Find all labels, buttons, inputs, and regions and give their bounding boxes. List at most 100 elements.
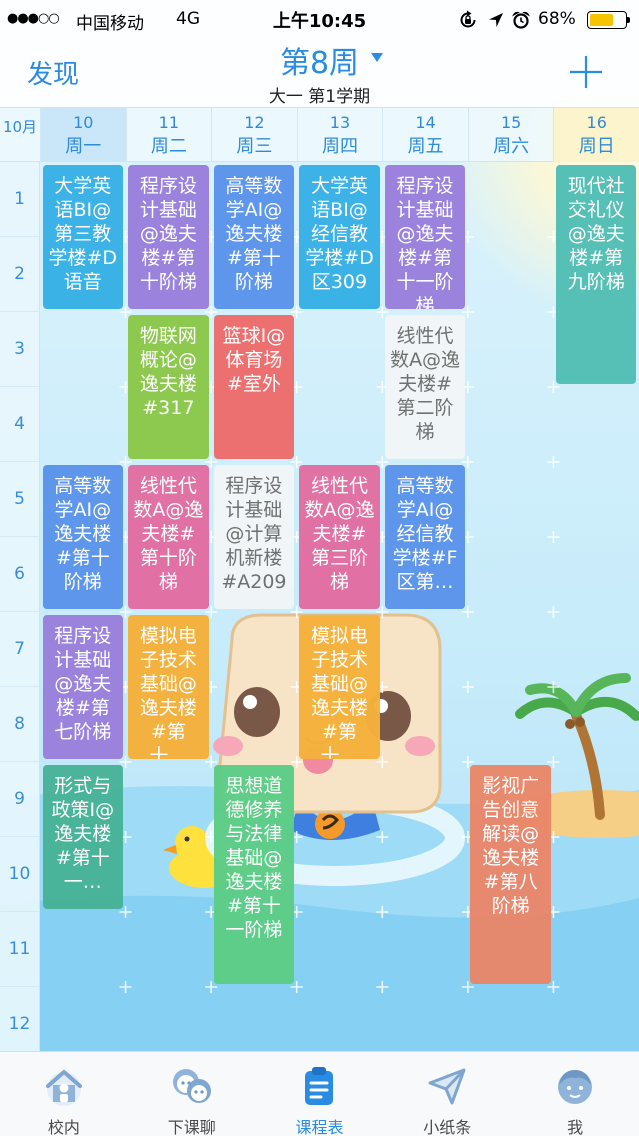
course-text: 模拟电子技术基础@逸夫楼#第十… xyxy=(310,625,368,759)
course-block[interactable]: 大学英语BI@第三教学楼#D语音 xyxy=(42,165,124,309)
day-header-cell: 15 周六 xyxy=(467,108,554,162)
period-label: 5 xyxy=(0,462,39,537)
course-block[interactable]: 篮球Ⅰ@体育场#室外 xyxy=(213,315,295,459)
tab-label: 下课聊 xyxy=(167,1118,216,1136)
course-block[interactable]: 形式与政策Ⅰ@逸夫楼#第十一… xyxy=(42,765,124,909)
day-name: 周四 xyxy=(321,136,358,157)
profile-icon xyxy=(558,1070,593,1104)
tab-label: 我 xyxy=(567,1118,584,1136)
day-header-cell: 10 周一 xyxy=(40,108,126,162)
course-text: 程序设计基础@逸夫楼#第七阶梯 xyxy=(54,625,112,743)
course-block[interactable]: 物联网概论@逸夫楼#317 xyxy=(128,315,209,459)
period-label: 1 xyxy=(0,162,39,237)
tab-campus[interactable]: 校内 xyxy=(0,1052,128,1136)
course-text: 高等数学AI@逸夫楼#第十阶梯 xyxy=(225,175,283,293)
alarm-icon xyxy=(512,11,530,29)
day-name: 周五 xyxy=(407,136,444,157)
course-text: 程序设计基础@逸夫楼#第十阶梯 xyxy=(139,175,197,293)
day-date: 11 xyxy=(158,113,180,132)
period-label: 8 xyxy=(0,687,39,762)
tab-timetable[interactable]: 课程表 xyxy=(256,1052,384,1136)
location-icon xyxy=(489,13,503,27)
timetable-icon xyxy=(305,1067,334,1105)
course-block[interactable]: 高等数学AI@经信教学楼#F区第… xyxy=(384,465,466,609)
course-block[interactable]: 高等数学AI@逸夫楼#第十阶梯 xyxy=(42,465,124,609)
day-date: 16 xyxy=(586,113,607,132)
course-block[interactable]: 大学英语BI@经信教学楼#D区309 xyxy=(299,165,380,309)
tab-bar: 校内 下课聊 课程表 小纸条 我 xyxy=(0,1051,639,1136)
course-block[interactable]: 程序设计基础@逸夫楼#第十一阶梯 xyxy=(384,165,466,309)
paper-plane-icon xyxy=(428,1068,466,1105)
term-label: 大一 第1学期 xyxy=(268,87,371,107)
period-label: 9 xyxy=(0,762,39,837)
course-block[interactable]: 程序设计基础@计算机新楼#A209 xyxy=(213,465,295,609)
period-label: 2 xyxy=(0,237,39,312)
day-date: 14 xyxy=(415,113,436,132)
battery-level xyxy=(590,14,614,26)
timetable-screen: ●●●○○ 中国移动 4G 上午10:45 68% 发现 第8周 大一 第1学期 xyxy=(0,0,639,1136)
course-text: 形式与政策Ⅰ@逸夫楼#第十一… xyxy=(51,775,115,893)
day-date: 15 xyxy=(500,113,522,132)
week-day-header: 10月 10 周一 11 周二 12 周三 13 周四 14 周五 15 周六 16 周日 xyxy=(0,108,639,162)
day-header-cell: 11 周二 xyxy=(125,108,212,162)
battery-icon xyxy=(587,11,631,29)
rotation-lock-icon xyxy=(460,10,476,28)
tab-chat[interactable]: 下课聊 xyxy=(128,1052,256,1136)
course-block[interactable]: 影视广告创意解读@逸夫楼#第八阶梯 xyxy=(470,765,551,984)
course-text: 思想道德修养与法律基础@逸夫楼#第十一阶梯 xyxy=(225,775,283,941)
tab-me[interactable]: 我 xyxy=(511,1052,639,1136)
course-text: 大学英语BI@经信教学楼#D区309 xyxy=(305,175,374,293)
day-header-cell: 12 周三 xyxy=(211,108,297,162)
course-block[interactable]: 程序设计基础@逸夫楼#第七阶梯 xyxy=(42,615,124,759)
course-block[interactable]: 线性代数A@逸夫楼#第三阶梯 xyxy=(299,465,380,609)
period-label: 6 xyxy=(0,537,39,612)
battery-percent: 68% xyxy=(538,9,576,29)
period-label: 4 xyxy=(0,387,39,462)
course-block[interactable]: 线性代数A@逸夫楼#第十阶梯 xyxy=(128,465,209,609)
course-text: 线性代数A@逸夫楼#第三阶梯 xyxy=(304,475,375,593)
week-selector[interactable]: 第8周 xyxy=(200,38,439,82)
period-column: 1 2 3 4 5 6 7 8 9 10 11 12 xyxy=(0,162,40,1062)
month-label: 10月 xyxy=(2,118,38,136)
tab-notes[interactable]: 小纸条 xyxy=(383,1052,511,1136)
course-text: 影视广告创意解读@逸夫楼#第八阶梯 xyxy=(482,775,540,917)
course-block[interactable]: 模拟电子技术基础@逸夫楼#第十… xyxy=(128,615,209,759)
course-text: 线性代数A@逸夫楼#第十阶梯 xyxy=(133,475,204,593)
course-text: 篮球Ⅰ@体育场#室外 xyxy=(222,325,286,395)
day-name: 周六 xyxy=(493,136,530,157)
period-label: 10 xyxy=(0,837,39,912)
course-block[interactable]: 思想道德修养与法律基础@逸夫楼#第十一阶梯 xyxy=(213,765,295,984)
course-block[interactable]: 线性代数A@逸夫楼#第二阶梯 xyxy=(384,315,466,459)
period-label: 7 xyxy=(0,612,39,687)
course-block[interactable]: 模拟电子技术基础@逸夫楼#第十… xyxy=(299,615,380,759)
tab-label: 校内 xyxy=(47,1118,80,1136)
course-text: 现代社交礼仪@逸夫楼#第九阶梯 xyxy=(567,175,625,293)
course-block[interactable]: 程序设计基础@逸夫楼#第十阶梯 xyxy=(128,165,209,309)
day-header-cell: 13 周四 xyxy=(296,108,383,162)
campus-icon xyxy=(45,1070,82,1106)
chat-icon xyxy=(172,1069,211,1103)
day-name: 周日 xyxy=(578,136,615,157)
course-text: 程序设计基础@逸夫楼#第十一阶梯 xyxy=(396,175,454,309)
tab-label: 小纸条 xyxy=(423,1118,472,1136)
course-text: 模拟电子技术基础@逸夫楼#第十… xyxy=(139,625,197,759)
day-date: 13 xyxy=(329,113,351,132)
day-date: 12 xyxy=(244,113,265,132)
day-date: 10 xyxy=(73,113,94,132)
course-text: 物联网概论@逸夫楼#317 xyxy=(139,325,197,419)
day-header-cell: 14 周五 xyxy=(382,108,468,162)
course-block[interactable]: 现代社交礼仪@逸夫楼#第九阶梯 xyxy=(555,165,637,384)
course-block[interactable]: 高等数学AI@逸夫楼#第十阶梯 xyxy=(213,165,295,309)
day-name: 周一 xyxy=(65,136,102,157)
course-text: 线性代数A@逸夫楼#第二阶梯 xyxy=(390,325,461,443)
day-name: 周三 xyxy=(236,136,273,157)
plus-icon[interactable] xyxy=(568,54,604,90)
period-label: 3 xyxy=(0,312,39,387)
day-name: 周二 xyxy=(150,136,187,157)
period-label: 11 xyxy=(0,912,39,987)
course-text: 高等数学AI@逸夫楼#第十阶梯 xyxy=(54,475,112,593)
course-text: 程序设计基础@计算机新楼#A209 xyxy=(221,475,287,593)
course-text: 大学英语BI@第三教学楼#D语音 xyxy=(48,175,118,293)
nav-bar: 发现 第8周 大一 第1学期 xyxy=(0,40,639,108)
caret-down-icon[interactable] xyxy=(371,53,383,62)
